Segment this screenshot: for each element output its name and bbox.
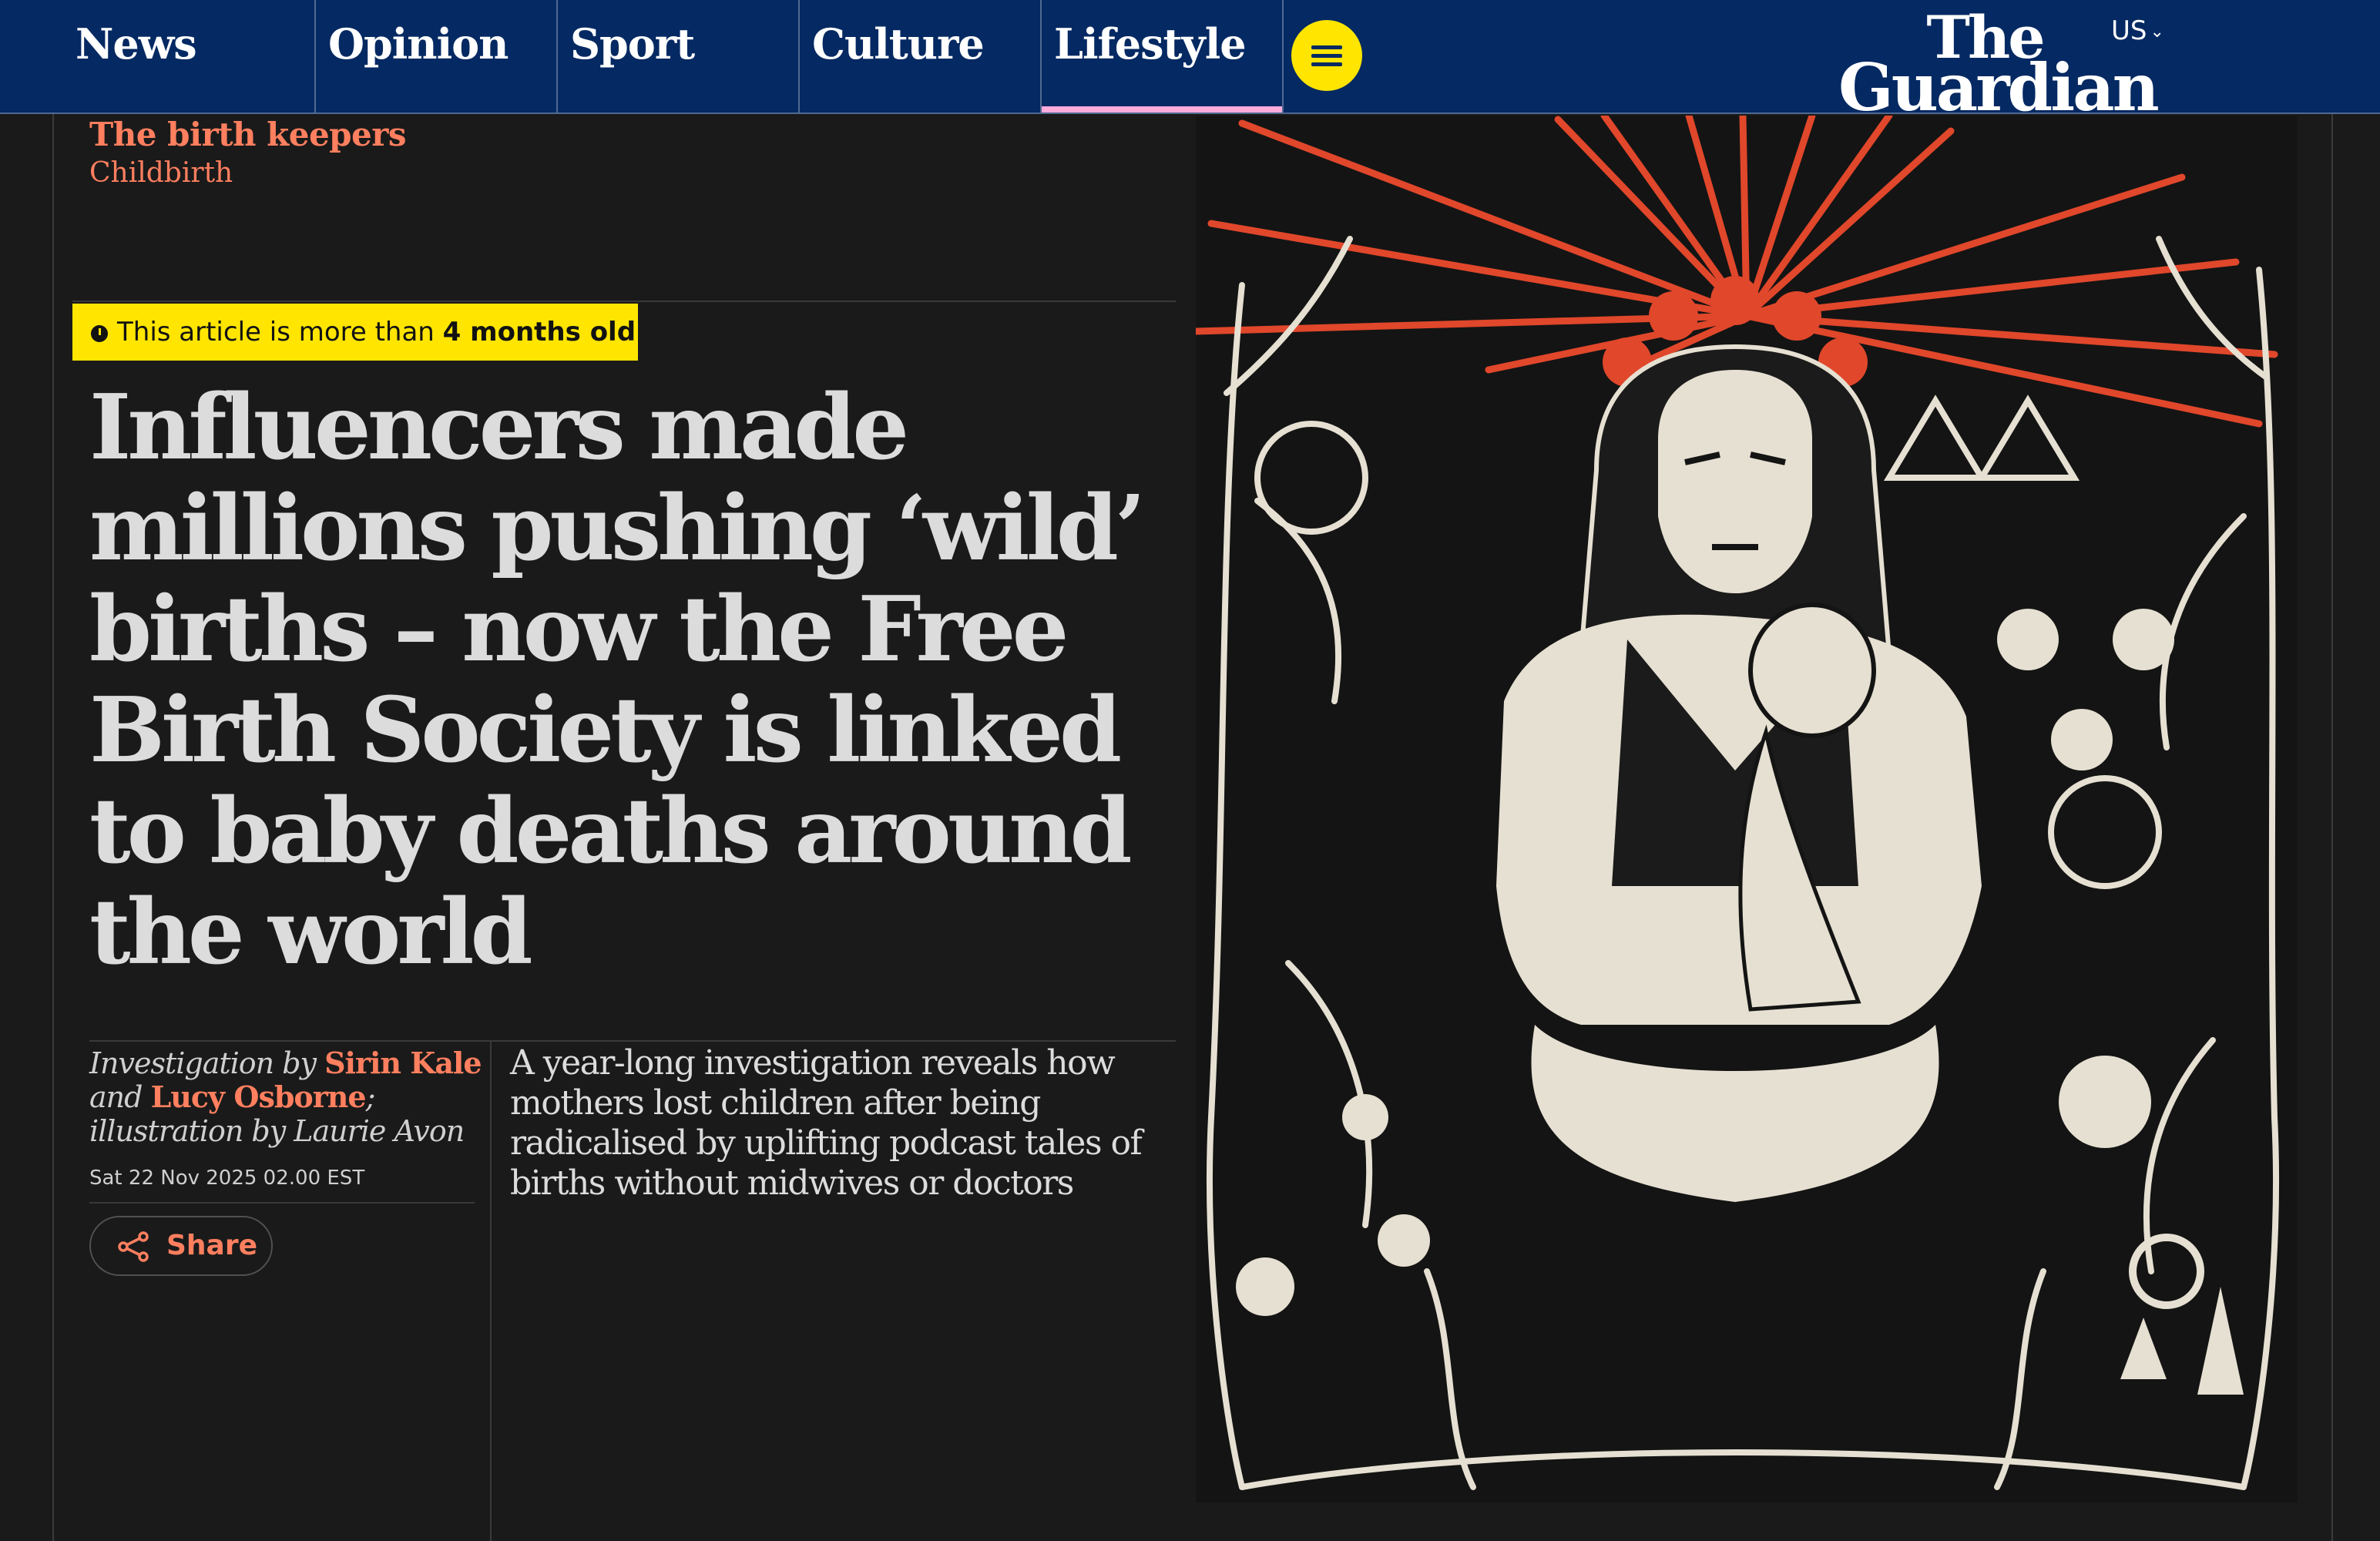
nav-news[interactable]: News xyxy=(76,0,197,112)
nav-divider xyxy=(1282,0,1284,112)
clock-icon xyxy=(91,325,108,342)
right-margin-line xyxy=(2331,114,2333,1541)
age-warning-age: 4 months old xyxy=(442,317,636,347)
age-warning-prefix: This article is more than xyxy=(117,317,435,347)
hamburger-icon-line xyxy=(1311,62,1342,66)
byline-divider xyxy=(89,1202,475,1204)
hamburger-icon xyxy=(1311,45,1342,49)
left-margin-line xyxy=(52,114,54,1541)
headline-top-divider xyxy=(72,300,1176,302)
nav-news-label: News xyxy=(76,19,197,69)
share-icon xyxy=(118,1231,149,1262)
series-kicker[interactable]: The birth keepers xyxy=(89,116,407,153)
top-navigation: News Opinion Sport Culture Lifestyle The… xyxy=(0,0,2380,126)
nav-lifestyle-active-underline xyxy=(1042,106,1282,112)
byline-intro: Investigation by xyxy=(89,1046,317,1080)
nav-opinion-label: Opinion xyxy=(328,19,509,69)
nav-lifestyle[interactable]: Lifestyle xyxy=(1040,0,1282,112)
nav-sport-label: Sport xyxy=(570,19,695,69)
article-main-illustration xyxy=(1196,116,2298,1502)
nav-culture[interactable]: Culture xyxy=(798,0,1040,112)
share-label: Share xyxy=(166,1230,258,1261)
share-button[interactable]: Share xyxy=(89,1216,273,1276)
chevron-down-icon: ⌄ xyxy=(2150,22,2164,42)
byline-illustration-credit: illustration by Laurie Avon xyxy=(89,1114,465,1148)
publish-date: Sat 22 Nov 2025 02.00 EST xyxy=(89,1167,365,1190)
menu-button[interactable] xyxy=(1291,20,1362,91)
author-link-sirin-kale[interactable]: Sirin Kale xyxy=(324,1046,482,1080)
edition-label: US xyxy=(2111,15,2147,46)
nav-opinion[interactable]: Opinion xyxy=(314,0,556,112)
guardian-logo[interactable]: The Guardian xyxy=(1838,8,2160,126)
edition-switcher[interactable]: US ⌄ xyxy=(2111,15,2164,46)
nav-sport[interactable]: Sport xyxy=(556,0,798,112)
hamburger-icon-line xyxy=(1311,54,1342,58)
section-kicker[interactable]: Childbirth xyxy=(89,157,233,189)
age-warning-badge: This article is more than 4 months old xyxy=(72,304,638,361)
article-headline: Influencers made millions pushing ‘wild’… xyxy=(89,375,1146,985)
article-standfirst: A year-long investigation reveals how mo… xyxy=(510,1043,1143,1203)
meta-top-divider xyxy=(89,1040,1176,1042)
logo-line-2: Guardian xyxy=(1838,49,2160,126)
byline-and: and xyxy=(89,1080,143,1114)
nav-culture-label: Culture xyxy=(812,19,985,69)
meta-column-divider xyxy=(490,1042,492,1541)
byline-separator: ; xyxy=(365,1080,376,1114)
byline: Investigation by Sirin Kale and Lucy Osb… xyxy=(89,1046,490,1149)
nav-lifestyle-label: Lifestyle xyxy=(1054,19,1247,69)
author-link-lucy-osborne[interactable]: Lucy Osborne xyxy=(151,1079,367,1114)
